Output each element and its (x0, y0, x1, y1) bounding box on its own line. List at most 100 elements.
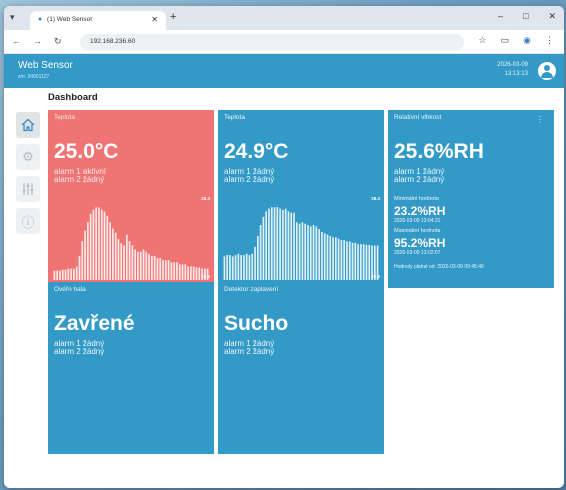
chart-bar (134, 249, 137, 280)
card-label: Ovéřn hala (54, 286, 86, 293)
chart-bar (75, 266, 78, 280)
browser-window: ▾ ● (1) Web Sensor ✕ + – □ ✕ ← → ↻ 192.1… (4, 6, 564, 488)
chart-bar (53, 270, 56, 280)
chart-bar (145, 251, 148, 280)
tab-list-chevron-icon[interactable]: ▾ (10, 12, 15, 23)
chart-bar (346, 241, 348, 280)
chart-bar (293, 212, 295, 280)
alarm-2-status: alarm 2 žádný (224, 347, 275, 356)
temperature-value: 24.9°C (224, 140, 289, 163)
chart-bar (298, 223, 301, 280)
user-avatar-icon[interactable] (538, 62, 556, 80)
chart-bar (290, 212, 293, 280)
chart-bar (190, 266, 192, 280)
flood-state-value: Sucho (224, 312, 289, 335)
chart-bar (315, 226, 318, 280)
chart-bar (181, 264, 184, 280)
serial-number: s/n: 24001127 (18, 74, 50, 80)
temperature-chart-1 (53, 196, 209, 280)
chart-bar (287, 211, 290, 280)
chart-bar (170, 262, 173, 280)
chart-bar (332, 237, 334, 280)
chart-max-label: 28.3 (371, 196, 380, 201)
back-arrow-icon[interactable]: ← (12, 36, 21, 47)
header-time: 13:13:13 (504, 71, 528, 77)
chart-bar (273, 207, 276, 280)
chart-bar (231, 256, 234, 280)
temperature-value: 25.0°C (54, 140, 119, 163)
app-header: Web Sensor s/n: 24001127 2026-03-09 13:1… (4, 54, 564, 88)
maximize-icon[interactable]: □ (523, 11, 528, 22)
sidebar-item-controls[interactable] (16, 176, 40, 202)
temperature-card-2[interactable]: Teplota 24.9°C alarm 1 žádný alarm 2 žád… (218, 110, 384, 288)
chart-bar (245, 253, 248, 280)
chart-min-label: 24.6 (201, 274, 210, 279)
alarm-2-status: alarm 2 žádný (54, 347, 105, 356)
profile-icon[interactable]: ◉ (523, 35, 531, 46)
chart-bar (323, 233, 326, 280)
new-tab-plus-icon[interactable]: + (170, 11, 176, 23)
min-value-time: 2026-03-09 13:04:31 (394, 218, 441, 224)
chart-bar (248, 255, 251, 280)
sidebar-item-home[interactable] (16, 112, 40, 138)
browser-tab[interactable]: ● (1) Web Sensor ✕ (30, 11, 166, 30)
sidebar-item-info[interactable]: ⓘ (16, 208, 40, 234)
chart-bar (70, 268, 72, 280)
sidebar-item-settings[interactable]: ⚙ (16, 144, 40, 170)
chart-bar (326, 234, 329, 280)
card-label: Detektor zaplavení (224, 286, 279, 293)
window-controls: – □ ✕ (498, 11, 556, 22)
door-sensor-card[interactable]: Ovéřn hala Zavřené alarm 1 žádný alarm 2… (48, 282, 214, 454)
chart-bar (304, 223, 307, 280)
chart-bar (256, 235, 259, 280)
toolbar-right: ☆ ▭ ◉ ⋮ (479, 35, 554, 46)
browser-tab-title: (1) Web Sensor (47, 16, 93, 23)
reload-icon[interactable]: ↻ (54, 36, 62, 47)
flood-detector-card[interactable]: Detektor zaplavení Sucho alarm 1 žádný a… (218, 282, 384, 454)
close-tab-icon[interactable]: ✕ (151, 15, 158, 24)
bookmark-star-icon[interactable]: ☆ (479, 35, 487, 46)
chart-bar (265, 211, 268, 280)
alarm-2-status: alarm 2 žádný (394, 175, 445, 184)
forward-arrow-icon[interactable]: → (33, 36, 42, 47)
minimize-icon[interactable]: – (498, 11, 503, 22)
humidity-card[interactable]: Relativní vlhkost ⋮ 25.6%RH alarm 1 žádn… (388, 110, 554, 288)
chart-bar (61, 269, 64, 280)
browser-menu-icon[interactable]: ⋮ (545, 35, 554, 46)
chart-bar (195, 267, 198, 280)
app-title: Web Sensor (18, 60, 73, 71)
card-menu-icon[interactable]: ⋮ (536, 115, 544, 124)
chart-bar (279, 208, 281, 280)
chart-bar (362, 244, 365, 280)
chart-bar (184, 264, 187, 280)
humidity-value: 25.6%RH (394, 140, 484, 163)
max-value-label: Maximální hodnota (394, 228, 441, 234)
chart-bar (159, 258, 162, 280)
chart-bar (243, 255, 245, 280)
chart-bar (240, 255, 242, 280)
chart-bar (343, 240, 346, 280)
chart-bar (103, 211, 106, 280)
close-window-icon[interactable]: ✕ (548, 11, 556, 22)
temperature-card-1[interactable]: Teplota 25.0°C alarm 1 aktivní alarm 2 ž… (48, 110, 214, 288)
chart-bar (162, 260, 164, 280)
chart-bar (307, 225, 309, 280)
chart-bar (351, 242, 354, 280)
chart-bar (112, 228, 114, 280)
chart-bar (262, 216, 265, 280)
gear-icon: ⚙ (22, 149, 34, 164)
page-title: Dashboard (48, 92, 98, 103)
chart-bar (282, 209, 284, 280)
chart-bar (148, 253, 150, 280)
extensions-icon[interactable]: ▭ (501, 35, 510, 46)
chart-bar (78, 255, 81, 280)
header-date: 2026-03-09 (497, 62, 528, 68)
chart-bar (92, 209, 95, 280)
chart-bar (187, 266, 189, 280)
chart-bar (295, 222, 298, 280)
chart-bar (167, 260, 170, 280)
chart-bar (301, 222, 304, 280)
chart-bar (368, 244, 371, 280)
chart-bar (139, 251, 142, 280)
url-input[interactable]: 192.168.236.60 (80, 34, 464, 50)
